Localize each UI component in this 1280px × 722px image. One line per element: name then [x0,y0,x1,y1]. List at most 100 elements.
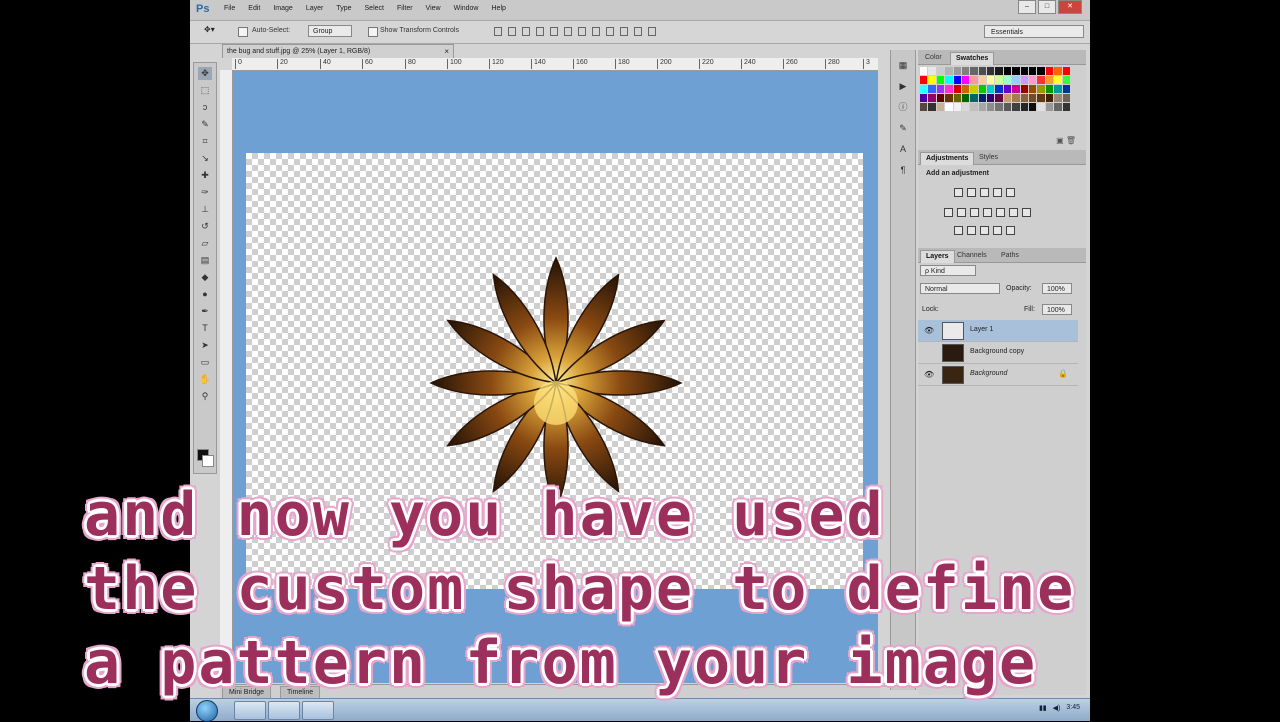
color-swatch[interactable] [1020,103,1029,111]
brush-presets-icon[interactable]: ✎ [897,122,909,134]
color-swatch[interactable] [995,103,1003,111]
color-swatch[interactable] [987,103,995,111]
info-icon[interactable]: ⓘ [897,101,909,113]
document-tab[interactable]: the bug and stuff.jpg @ 25% (Layer 1, RG… [222,44,454,58]
swatch-panel-footer-icons[interactable]: ▣ 🗑 [1056,136,1076,145]
taskbar-app-button[interactable] [302,701,334,720]
channel-mixer-icon[interactable] [996,208,1005,217]
color-swatch[interactable] [978,67,987,75]
pen-tool-icon[interactable]: ✒ [198,305,212,318]
color-swatch[interactable] [978,94,987,102]
align-vertical-center-icon[interactable] [508,27,516,36]
color-swatch[interactable] [945,103,953,111]
color-swatch[interactable] [961,94,970,102]
color-swatch[interactable] [1054,67,1062,75]
color-swatch[interactable] [961,76,970,84]
menu-select[interactable]: Select [365,5,384,12]
fill-input[interactable]: 100% [1042,304,1072,315]
swatch-grid[interactable] [920,67,1070,125]
tab-swatches[interactable]: Swatches [950,52,995,65]
lasso-tool-icon[interactable]: ↄ [198,101,212,114]
color-swatch[interactable] [928,67,936,75]
color-swatch[interactable] [1054,103,1062,111]
align-horizontal-center-icon[interactable] [550,27,558,36]
color-swatch[interactable] [1037,85,1045,93]
crop-tool-icon[interactable]: ⌗ [198,135,212,148]
color-swatch[interactable] [920,85,928,93]
move-tool-icon[interactable]: ✥ [198,67,212,80]
color-swatch[interactable] [928,76,936,84]
color-swatch[interactable] [1012,85,1020,93]
color-swatch[interactable] [1062,76,1070,84]
color-swatch[interactable] [1020,94,1029,102]
eraser-tool-icon[interactable]: ▱ [198,237,212,250]
color-swatch[interactable] [987,85,995,93]
color-swatch[interactable] [1037,67,1045,75]
marquee-tool-icon[interactable]: ⬚ [198,84,212,97]
color-swatch[interactable] [1020,67,1029,75]
color-swatch[interactable] [936,103,945,111]
healing-brush-tool-icon[interactable]: ✚ [198,169,212,182]
color-swatch[interactable] [1003,103,1012,111]
menu-filter[interactable]: Filter [397,5,413,12]
clone-stamp-tool-icon[interactable]: ⊥ [198,203,212,216]
menu-layer[interactable]: Layer [306,5,324,12]
color-swatch[interactable] [961,103,970,111]
menu-type[interactable]: Type [336,5,351,12]
selective-color-icon[interactable] [1006,226,1015,235]
auto-select-checkbox[interactable] [238,27,248,37]
distribute-center-icon[interactable] [592,27,600,36]
color-swatch[interactable] [1012,103,1020,111]
color-swatch[interactable] [953,94,961,102]
color-swatch[interactable] [961,85,970,93]
brush-tool-icon[interactable]: ✑ [198,186,212,199]
color-swatch[interactable] [920,76,928,84]
color-swatch[interactable] [1029,103,1037,111]
tab-layers[interactable]: Layers [920,250,955,263]
actions-play-icon[interactable]: ▶ [897,80,909,92]
distribute-hcenter-icon[interactable] [634,27,642,36]
blend-mode-dropdown[interactable]: Normal [920,283,1000,294]
color-swatch[interactable] [1045,76,1054,84]
network-icon[interactable]: ▮▮ [1039,704,1047,712]
color-swatch[interactable] [1062,67,1070,75]
character-icon[interactable]: A [897,143,909,155]
color-swatch[interactable] [978,85,987,93]
curves-icon[interactable] [980,188,989,197]
layer-row-background[interactable]: 👁 Background 🔒 [918,364,1078,386]
color-swatch[interactable] [945,85,953,93]
color-swatch[interactable] [945,76,953,84]
color-swatch[interactable] [1045,94,1054,102]
color-swatch[interactable] [1054,85,1062,93]
color-swatch[interactable] [1045,67,1054,75]
close-button[interactable]: ✕ [1058,0,1082,14]
align-left-icon[interactable] [536,27,544,36]
color-swatch[interactable] [1062,85,1070,93]
auto-select-dropdown[interactable]: Group [308,25,352,37]
color-swatch[interactable] [1054,76,1062,84]
color-swatch[interactable] [936,94,945,102]
tab-paths[interactable]: Paths [996,250,1024,262]
color-swatch[interactable] [936,85,945,93]
show-transform-controls-checkbox[interactable] [368,27,378,37]
color-swatch[interactable] [1003,76,1012,84]
color-swatch[interactable] [1029,85,1037,93]
start-button[interactable] [196,700,218,722]
color-swatch[interactable] [936,76,945,84]
distribute-bottom-icon[interactable] [606,27,614,36]
color-swatch[interactable] [987,94,995,102]
color-swatch[interactable] [995,76,1003,84]
vibrance-icon[interactable] [1006,188,1015,197]
color-swatch[interactable] [1037,94,1045,102]
menu-image[interactable]: Image [273,5,292,12]
color-swatch[interactable] [920,94,928,102]
color-swatch[interactable] [978,76,987,84]
color-swatch[interactable] [987,76,995,84]
layer-row-layer-1[interactable]: 👁 Layer 1 [918,320,1078,342]
color-swatch[interactable] [1029,67,1037,75]
menu-edit[interactable]: Edit [248,5,260,12]
color-swatch[interactable] [920,67,928,75]
color-swatch[interactable] [953,76,961,84]
history-icon[interactable]: ▦ [897,59,909,71]
color-swatch[interactable] [945,67,953,75]
